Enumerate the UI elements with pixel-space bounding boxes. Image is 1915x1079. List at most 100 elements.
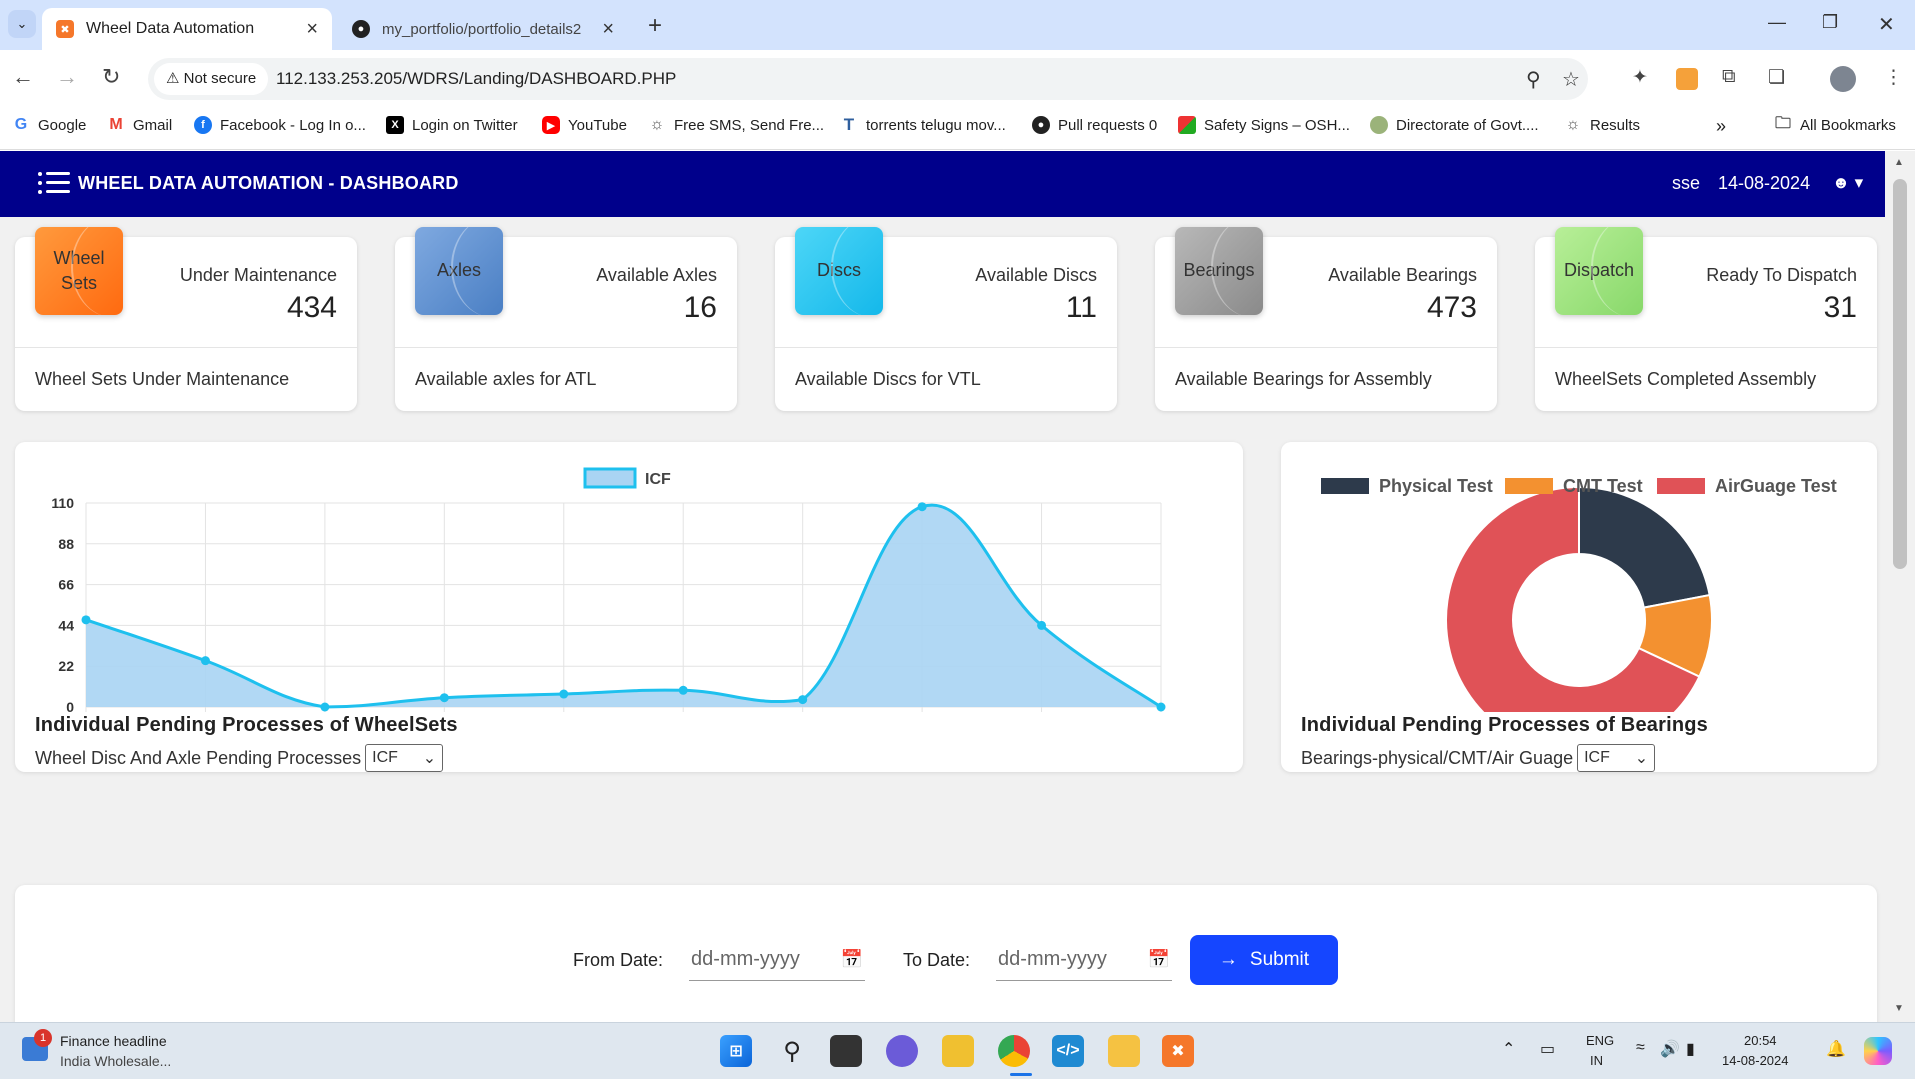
- language-label[interactable]: ENG: [1586, 1033, 1614, 1048]
- y-tick-label: 66: [58, 577, 74, 593]
- clock-time[interactable]: 20:54: [1744, 1033, 1777, 1048]
- facebook-icon: f: [194, 116, 212, 134]
- bookmark-label: YouTube: [568, 116, 627, 134]
- bookmark-free-sms[interactable]: ☼ Free SMS, Send Fre...: [648, 116, 824, 134]
- legend-swatch: [1657, 478, 1705, 494]
- from-date-input[interactable]: dd-mm-yyyy 📅: [689, 939, 866, 981]
- windows-start-icon[interactable]: ⊞: [720, 1035, 752, 1067]
- tab-portfolio[interactable]: ● my_portfolio/portfolio_details2 ×: [338, 8, 628, 50]
- kebab-menu-icon[interactable]: ⋮: [1884, 66, 1903, 89]
- current-user: sse: [1672, 173, 1701, 193]
- card-divider: [395, 347, 737, 348]
- bearing-type-select[interactable]: ICF ⌄: [1577, 744, 1656, 772]
- bookmark-safety-signs[interactable]: Safety Signs – OSH...: [1178, 116, 1350, 134]
- bookmark-facebook[interactable]: f Facebook - Log In o...: [194, 116, 366, 134]
- calendar-icon[interactable]: 📅: [841, 949, 863, 970]
- extensions-icon[interactable]: ❏: [1768, 66, 1785, 89]
- user-dropdown-icon[interactable]: ☻ ▾: [1832, 173, 1863, 193]
- calendar-icon[interactable]: 📅: [1148, 949, 1170, 970]
- tab-search-chevron-icon[interactable]: ⌄: [8, 10, 36, 38]
- forward-arrow-icon[interactable]: →: [56, 64, 78, 90]
- task-view-icon[interactable]: [830, 1035, 862, 1067]
- close-icon[interactable]: ×: [306, 18, 318, 41]
- warning-triangle-icon: ⚠: [166, 70, 180, 87]
- kpi-label: Available Axles: [596, 265, 717, 285]
- news-subtitle[interactable]: India Wholesale...: [60, 1053, 171, 1069]
- bookmark-google[interactable]: G Google: [12, 116, 87, 134]
- extension-orange-icon[interactable]: [1676, 68, 1698, 90]
- teams-chat-icon[interactable]: [886, 1035, 918, 1067]
- wheelset-type-select[interactable]: ICF ⌄: [365, 744, 444, 772]
- card-wheel-sets: Wheel Sets Under Maintenance 434 Wheel S…: [15, 227, 357, 411]
- bookmark-label: Gmail: [133, 116, 173, 134]
- submit-button[interactable]: → Submit: [1190, 935, 1338, 985]
- volume-icon[interactable]: 🔊: [1660, 1039, 1680, 1059]
- bookmark-directorate[interactable]: Directorate of Govt....: [1370, 116, 1539, 134]
- all-bookmarks[interactable]: 🗀 All Bookmarks: [1774, 114, 1896, 134]
- tray-chevron-icon[interactable]: ⌃: [1502, 1039, 1515, 1059]
- y-tick-label: 88: [58, 536, 74, 552]
- file-explorer-icon[interactable]: [1108, 1035, 1140, 1067]
- wheelset-area-chart: 022446688110WheelLatheOxycutPressoutATLV…: [51, 467, 1166, 712]
- tray-display-icon[interactable]: ▭: [1540, 1039, 1555, 1059]
- close-icon[interactable]: ×: [602, 18, 614, 41]
- bookmark-youtube[interactable]: ▶ YouTube: [542, 116, 627, 134]
- scroll-up-icon[interactable]: ▲: [1894, 157, 1904, 168]
- news-title[interactable]: Finance headline: [60, 1033, 167, 1049]
- card-bearings: Bearings Available Bearings 473 Availabl…: [1155, 227, 1497, 411]
- scroll-down-icon[interactable]: ▼: [1894, 1003, 1904, 1014]
- battery-icon[interactable]: ▮: [1686, 1039, 1695, 1059]
- arrow-right-icon: →: [1218, 949, 1238, 970]
- restore-icon[interactable]: ❐: [1822, 12, 1838, 33]
- reload-icon[interactable]: ↻: [102, 64, 120, 90]
- scroll-thumb[interactable]: [1893, 179, 1907, 569]
- more-bookmarks-chevron-icon[interactable]: »: [1716, 116, 1726, 137]
- bookmark-results[interactable]: ☼ Results: [1564, 116, 1640, 134]
- profile-avatar-icon[interactable]: [1830, 66, 1856, 92]
- minimize-icon[interactable]: —: [1768, 12, 1786, 33]
- xampp-app-icon[interactable]: ✖: [1162, 1035, 1194, 1067]
- copilot-icon[interactable]: [1864, 1037, 1892, 1065]
- page-scrollbar[interactable]: ▲ ▼: [1885, 151, 1915, 1022]
- bookmark-torrents[interactable]: Ttorrents telugu mov...: [840, 115, 1006, 134]
- kpi-label: Ready To Dispatch: [1706, 265, 1857, 285]
- chrome-app-icon[interactable]: [998, 1035, 1030, 1067]
- to-date-input[interactable]: dd-mm-yyyy 📅: [996, 939, 1173, 981]
- data-point: [559, 689, 569, 699]
- address-bar[interactable]: ⚠ Not secure 112.133.253.205/WDRS/Landin…: [148, 58, 1588, 100]
- card-divider: [775, 347, 1117, 348]
- paint-app-icon[interactable]: [942, 1035, 974, 1067]
- password-key-icon[interactable]: ⚲: [1526, 67, 1541, 92]
- t-icon: T: [843, 115, 855, 134]
- bookmark-gmail[interactable]: M Gmail: [107, 116, 172, 134]
- search-icon[interactable]: ⚲: [776, 1035, 808, 1067]
- back-arrow-icon[interactable]: ←: [12, 64, 34, 90]
- bookmark-twitter[interactable]: X Login on Twitter: [386, 116, 518, 134]
- region-label[interactable]: IN: [1590, 1053, 1603, 1068]
- data-point: [678, 685, 688, 695]
- data-point: [200, 656, 210, 666]
- window-close-icon[interactable]: ✕: [1878, 12, 1895, 37]
- url-text[interactable]: 112.133.253.205/WDRS/Landing/DASHBOARD.P…: [276, 69, 676, 89]
- kpi-footer: Wheel Sets Under Maintenance: [35, 369, 290, 389]
- card-divider: [1155, 347, 1497, 348]
- tab-title: Wheel Data Automation: [86, 20, 255, 37]
- notification-bell-icon[interactable]: 🔔: [1826, 1039, 1846, 1059]
- bookmark-label: Google: [38, 116, 87, 134]
- hamburger-menu-icon[interactable]: [38, 171, 70, 195]
- legend-swatch: [583, 467, 637, 489]
- wifi-icon[interactable]: ≈: [1636, 1039, 1645, 1057]
- tab-wheel-data-automation[interactable]: ✖ Wheel Data Automation ×: [42, 8, 332, 50]
- clock-date[interactable]: 14-08-2024: [1722, 1053, 1789, 1068]
- vscode-app-icon[interactable]: </>: [1052, 1035, 1084, 1067]
- data-point: [917, 502, 927, 512]
- not-secure-chip[interactable]: ⚠ Not secure: [154, 63, 269, 95]
- tab-groups-icon[interactable]: ⧉: [1722, 66, 1736, 88]
- folder-icon: 🗀: [1774, 114, 1791, 132]
- all-bookmarks-label: All Bookmarks: [1800, 116, 1896, 134]
- bookmark-star-icon[interactable]: ☆: [1562, 67, 1580, 92]
- bookmark-pull-requests[interactable]: ● Pull requests 0: [1032, 116, 1157, 134]
- new-tab-plus-icon[interactable]: +: [648, 12, 662, 40]
- app-header: WHEEL DATA AUTOMATION - DASHBOARD sse 14…: [0, 151, 1885, 217]
- extension-puzzle-icon[interactable]: ✦: [1632, 66, 1648, 89]
